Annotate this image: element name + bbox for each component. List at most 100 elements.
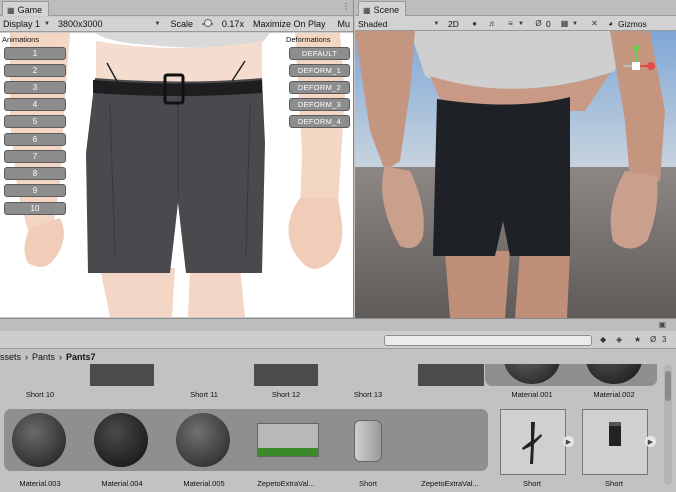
- game-viewport[interactable]: Animations Deformations 1 2 3 4 5 6 7 8 …: [0, 33, 353, 317]
- shading-mode-dropdown[interactable]: Shaded ▼: [358, 17, 439, 30]
- mute-audio-button[interactable]: Mu: [334, 19, 353, 29]
- breadcrumb-item-pants[interactable]: Pants: [32, 352, 55, 362]
- asset-label: Short 13: [353, 390, 383, 399]
- material-005-thumb[interactable]: [176, 413, 230, 467]
- expand-arrow-icon[interactable]: ▶: [563, 436, 574, 447]
- tab-scene[interactable]: ▦ Scene: [358, 1, 407, 16]
- lock-icon[interactable]: ▣: [658, 320, 666, 329]
- filter-icon[interactable]: ◆: [600, 335, 606, 344]
- asset-thumb-short10[interactable]: [90, 364, 154, 386]
- asset-label: Short 11: [190, 390, 218, 399]
- chevron-down-icon: ▼: [154, 21, 161, 27]
- animation-button-10[interactable]: 10: [4, 202, 66, 215]
- chevron-right-icon: ›: [59, 352, 63, 362]
- display-value: Display 1: [3, 19, 41, 29]
- search-input[interactable]: [384, 335, 592, 346]
- deform-1-button[interactable]: DEFORM_1: [289, 64, 350, 77]
- game-panel: ▦ Game ⋮ Display 1 ▼ 3800x3000 ▼ Scale 0…: [0, 0, 354, 318]
- animation-button-8[interactable]: 8: [4, 167, 66, 180]
- breadcrumb-item-pants7[interactable]: Pants7: [66, 352, 96, 362]
- grid-icon: ▦: [363, 5, 371, 15]
- maximize-on-play-button[interactable]: Maximize On Play: [250, 19, 329, 29]
- short-prefab-thumb-1[interactable]: [500, 409, 566, 475]
- scene-toolbar: Shaded ▼ 2D ● ♬ ≡ ▼ Ø0 ▦ ▼ ✕ ◕ Gizmos: [355, 16, 676, 31]
- audio-toggle[interactable]: ♬: [487, 17, 498, 30]
- scale-slider[interactable]: [201, 19, 213, 27]
- display-dropdown[interactable]: Display 1 ▼: [3, 19, 50, 29]
- grid-toggle[interactable]: ▦ ▼: [559, 17, 578, 30]
- left-leg-shape: [100, 268, 175, 317]
- deform-3-button[interactable]: DEFORM_3: [289, 98, 350, 111]
- asset-label: Material.003: [19, 479, 61, 488]
- menu-icon[interactable]: ⋮: [342, 2, 350, 11]
- right-leg-shape: [188, 268, 245, 317]
- breadcrumb: ssets › Pants › Pants7: [0, 350, 676, 364]
- project-toolbar: ◆ ◈ ★ Ø 3: [0, 331, 676, 349]
- tab-game[interactable]: ▦ Game: [2, 1, 50, 16]
- animations-label: Animations: [2, 35, 40, 44]
- scale-value: 0.17x: [221, 19, 244, 29]
- eye-slash-icon[interactable]: Ø: [650, 335, 656, 344]
- scene-viewport[interactable]: [355, 31, 676, 318]
- game-tabbar: ▦ Game ⋮: [0, 0, 353, 16]
- hidden-count: 3: [662, 335, 667, 344]
- scene-render: [355, 31, 676, 318]
- animation-button-9[interactable]: 9: [4, 184, 66, 197]
- short-prefab-thumb-2[interactable]: [582, 409, 648, 475]
- tools-button[interactable]: ✕: [589, 17, 600, 30]
- asset-thumb-short12[interactable]: [254, 364, 318, 386]
- label-icon[interactable]: ◈: [616, 335, 622, 344]
- lighting-toggle[interactable]: ●: [469, 17, 480, 30]
- material-003-thumb[interactable]: [12, 413, 66, 467]
- box-icon: [609, 422, 621, 446]
- material-004-thumb[interactable]: [94, 413, 148, 467]
- project-tabbar: ▣: [0, 319, 676, 331]
- scrollbar-thumb[interactable]: [665, 371, 671, 401]
- asset-label: Material.005: [183, 479, 225, 488]
- scene-panel: ▦ Scene Shaded ▼ 2D ● ♬ ≡ ▼ Ø0 ▦ ▼ ✕ ◕ Giz…: [355, 0, 676, 318]
- resolution-dropdown[interactable]: 3800x3000 ▼: [58, 19, 161, 29]
- animation-button-5[interactable]: 5: [4, 115, 66, 128]
- expand-arrow-icon[interactable]: ▶: [645, 436, 656, 447]
- eye-slash-icon: Ø: [535, 19, 542, 28]
- resolution-value: 3800x3000: [57, 19, 103, 29]
- asset-label: Short: [359, 479, 377, 488]
- game-toolbar: Display 1 ▼ 3800x3000 ▼ Scale 0.17x Maxi…: [0, 17, 353, 32]
- tab-scene-label: Scene: [373, 5, 400, 15]
- chevron-down-icon: ▼: [518, 20, 524, 27]
- deformations-label: Deformations: [286, 35, 331, 44]
- chevron-down-icon: ▼: [433, 20, 440, 27]
- chevron-down-icon: ▼: [572, 20, 578, 27]
- layers-icon: ≡: [508, 19, 513, 28]
- animation-button-1[interactable]: 1: [4, 47, 66, 60]
- wrench-icon: ✕: [591, 19, 598, 28]
- 2d-toggle[interactable]: 2D: [448, 17, 459, 30]
- effects-dropdown[interactable]: ≡ ▼: [505, 17, 524, 30]
- texture-thumb[interactable]: [257, 423, 319, 457]
- hidden-objects-toggle[interactable]: Ø0: [533, 17, 550, 30]
- animation-button-6[interactable]: 6: [4, 133, 66, 146]
- asset-grid: Short 10 Short 11 Short 12 Short 13 Mate…: [0, 364, 660, 492]
- deform-2-button[interactable]: DEFORM_2: [289, 81, 350, 94]
- scene-tabbar: ▦ Scene: [355, 0, 676, 16]
- mesh-thumb[interactable]: [354, 420, 382, 462]
- star-icon[interactable]: ★: [634, 335, 641, 344]
- asset-label: Short: [523, 479, 541, 488]
- animation-button-2[interactable]: 2: [4, 64, 66, 77]
- speaker-icon: ♬: [488, 19, 497, 28]
- deform-default-button[interactable]: DEFAULT: [289, 47, 350, 60]
- asset-thumb-short13[interactable]: [418, 364, 484, 386]
- deform-4-button[interactable]: DEFORM_4: [289, 115, 350, 128]
- animation-button-3[interactable]: 3: [4, 81, 66, 94]
- scale-slider-handle[interactable]: [203, 19, 212, 27]
- animation-button-4[interactable]: 4: [4, 98, 66, 111]
- breadcrumb-item-assets[interactable]: ssets: [0, 352, 21, 362]
- asset-scrollbar[interactable]: [664, 365, 672, 485]
- game-controller-icon: ▦: [7, 5, 15, 15]
- right-hand-shape: [288, 198, 343, 269]
- chevron-right-icon: ›: [25, 352, 29, 362]
- animation-button-7[interactable]: 7: [4, 150, 66, 163]
- scale-label: Scale: [170, 19, 193, 29]
- gizmos-dropdown[interactable]: ◕ Gizmos: [605, 17, 647, 30]
- tab-game-label: Game: [17, 5, 43, 15]
